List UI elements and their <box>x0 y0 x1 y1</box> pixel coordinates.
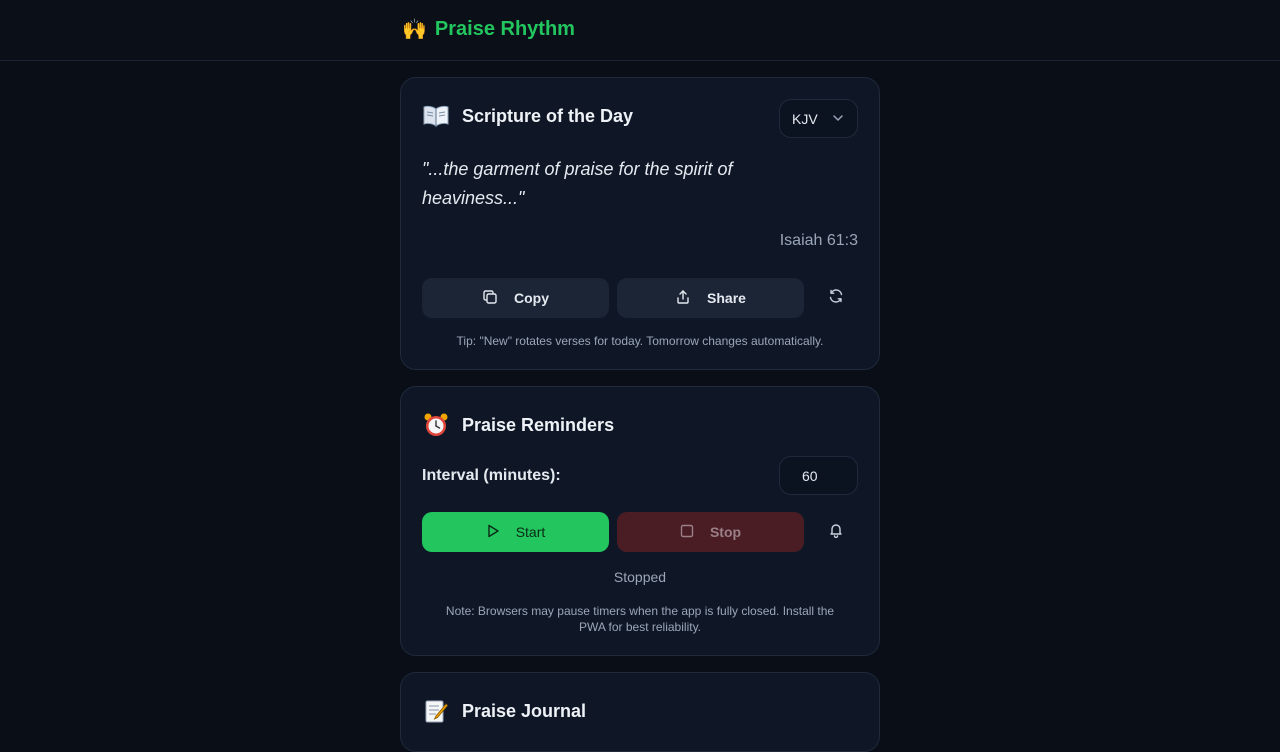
interval-label: Interval (minutes): <box>422 467 561 484</box>
reminder-note: Note: Browsers may pause timers when the… <box>445 604 835 634</box>
journal-card-title: Praise Journal <box>462 700 587 721</box>
reminders-card-title: Praise Reminders <box>462 414 615 435</box>
bell-icon <box>828 522 844 543</box>
share-button[interactable]: Share <box>617 278 804 318</box>
bible-version-select[interactable]: KJV <box>779 99 858 138</box>
share-icon <box>675 289 691 308</box>
play-icon <box>486 524 500 541</box>
open-book-icon <box>422 102 450 130</box>
copy-icon <box>482 289 498 308</box>
brand-name: Praise Rhythm <box>434 18 575 40</box>
raising-hands-icon: 🙌 <box>402 19 427 41</box>
verse-text: "...the garment of praise for the spirit… <box>422 159 733 208</box>
new-verse-button[interactable] <box>816 278 856 318</box>
scripture-card-header: Scripture of the Day <box>422 102 633 130</box>
memo-icon <box>422 697 450 725</box>
alarm-clock-icon <box>422 411 450 439</box>
reminders-card-header: Praise Reminders <box>422 411 614 439</box>
stop-button[interactable]: Stop <box>617 512 804 552</box>
refresh-icon <box>828 288 844 309</box>
start-button[interactable]: Start <box>422 512 609 552</box>
interval-input[interactable] <box>779 456 858 495</box>
reminder-status: Stopped <box>613 569 667 585</box>
journal-card-header: Praise Journal <box>422 697 586 725</box>
copy-label: Copy <box>514 290 549 306</box>
scripture-tip: Tip: "New" rotates verses for today. Tom… <box>456 334 824 348</box>
notification-button[interactable] <box>816 512 856 552</box>
stop-icon <box>680 524 694 541</box>
reminders-card: Praise Reminders Interval (minutes): Sta… <box>400 386 880 656</box>
verse-reference: Isaiah 61:3 <box>779 232 858 249</box>
start-label: Start <box>515 524 546 540</box>
stop-label: Stop <box>709 524 742 540</box>
journal-card: Praise Journal <box>400 672 880 752</box>
copy-button[interactable]: Copy <box>422 278 609 318</box>
chevron-down-icon <box>832 111 844 127</box>
share-label: Share <box>707 290 746 306</box>
scripture-card: Scripture of the Day KJV "...the garment… <box>400 77 880 370</box>
bible-version-value: KJV <box>792 110 818 127</box>
brand[interactable]: 🙌 Praise Rhythm <box>402 17 575 42</box>
scripture-card-title: Scripture of the Day <box>462 105 634 126</box>
top-bar: 🙌 Praise Rhythm <box>0 0 1280 61</box>
